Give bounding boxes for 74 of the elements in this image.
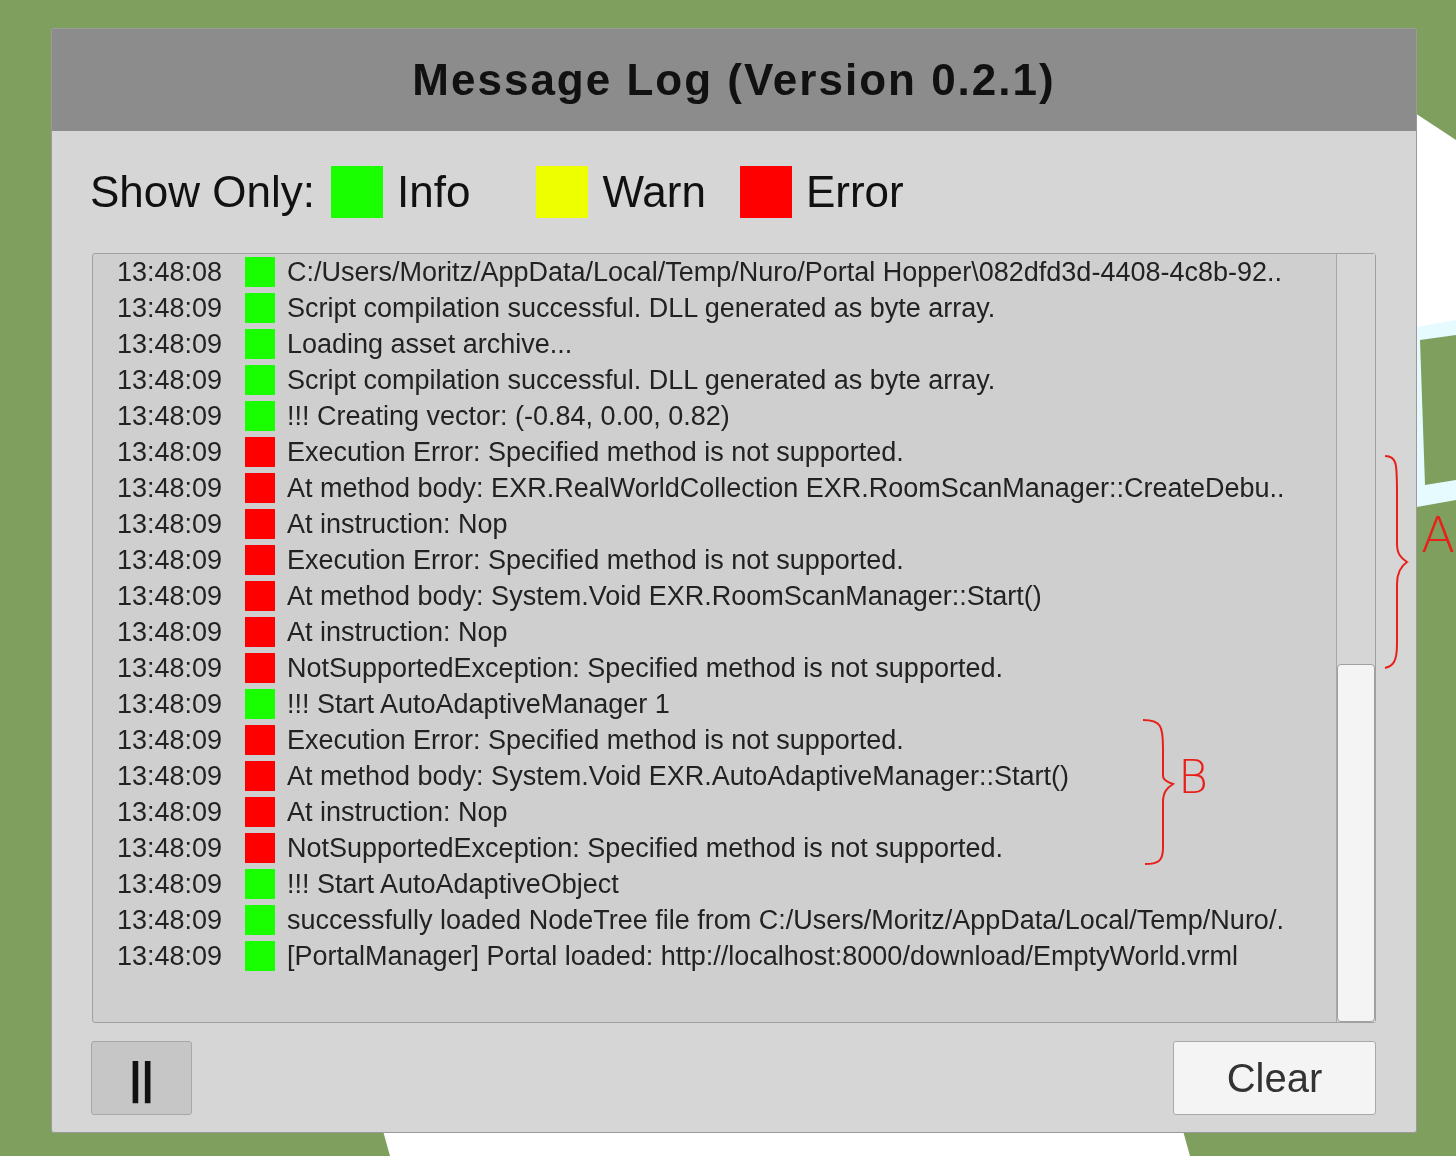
log-message: !!! Start AutoAdaptiveObject (287, 868, 619, 900)
level-indicator-icon (245, 365, 275, 395)
timestamp: 13:48:08 (116, 256, 224, 288)
log-message: [PortalManager] Portal loaded: http://localhost:8000/download/EmptyWorld.vrml (287, 940, 1238, 972)
timestamp: 13:48:09 (116, 328, 224, 360)
log-message: NotSupportedException: Specified method is not supported. (287, 652, 1003, 684)
log-message: At method body: System.Void EXR.AutoAdaptiveManager::Start() (287, 760, 1069, 792)
scrollbar-thumb[interactable] (1337, 664, 1375, 1022)
log-message: Execution Error: Specified method is not supported. (287, 724, 904, 756)
level-indicator-icon (245, 653, 275, 683)
level-indicator-icon (245, 689, 275, 719)
timestamp: 13:48:09 (116, 688, 224, 720)
level-indicator-icon (245, 941, 275, 971)
level-indicator-icon (245, 509, 275, 539)
level-indicator-icon (245, 905, 275, 935)
timestamp: 13:48:09 (116, 904, 224, 936)
log-message: At instruction: Nop (287, 508, 508, 540)
window-title: Message Log (Version 0.2.1) (412, 55, 1056, 105)
handwritten-annotation: A (1421, 510, 1456, 560)
log-message: At method body: EXR.RealWorldCollection EXR.RoomScanManager::CreateDebu.. (287, 472, 1285, 504)
timestamp: 13:48:09 (116, 760, 224, 792)
level-indicator-icon (245, 293, 275, 323)
timestamp: 13:48:09 (116, 544, 224, 576)
log-message: !!! Creating vector: (-0.84, 0.00, 0.82) (287, 400, 730, 432)
timestamp: 13:48:09 (116, 616, 224, 648)
timestamp: 13:48:09 (116, 400, 224, 432)
scrollbar-track[interactable] (1336, 254, 1375, 1022)
level-indicator-icon (245, 329, 275, 359)
log-message: NotSupportedException: Specified method is not supported. (287, 832, 1003, 864)
filter-label: Show Only: (90, 167, 315, 217)
level-indicator-icon (245, 257, 275, 287)
level-indicator-icon (245, 761, 275, 791)
timestamp: 13:48:09 (116, 364, 224, 396)
level-indicator-icon (245, 833, 275, 863)
filter-label: Error (805, 167, 904, 217)
timestamp: 13:48:09 (116, 580, 224, 612)
clear-button[interactable]: Clear (1173, 1041, 1376, 1115)
filter-toggle[interactable]: Info (331, 166, 471, 218)
timestamp: 13:48:09 (116, 652, 224, 684)
log-message: At instruction: Nop (287, 616, 508, 648)
timestamp: 13:48:09 (116, 796, 224, 828)
log-message: At method body: System.Void EXR.RoomScanManager::Start() (287, 580, 1042, 612)
filter-toggle[interactable]: Warn (536, 166, 706, 218)
timestamp: 13:48:09 (116, 472, 224, 504)
log-message: Script compilation successful. DLL generated as byte array. (287, 364, 996, 396)
log-message: successfully loaded NodeTree file from C:/Users/Moritz/AppData/Local/Temp/Nuro/. (287, 904, 1284, 936)
level-indicator-icon (245, 797, 275, 827)
level-indicator-icon (245, 725, 275, 755)
log-message: At instruction: Nop (287, 796, 508, 828)
timestamp: 13:48:09 (116, 292, 224, 324)
log-message: !!! Start AutoAdaptiveManager 1 (287, 688, 670, 720)
pause-button[interactable]: || (91, 1041, 192, 1115)
filter-label: Warn (602, 167, 706, 217)
level-indicator-icon (245, 545, 275, 575)
level-indicator-icon (245, 617, 275, 647)
level-indicator-icon (245, 401, 275, 431)
handwritten-annotation: B (1178, 754, 1209, 800)
timestamp: 13:48:09 (116, 508, 224, 540)
level-indicator-icon (245, 581, 275, 611)
log-message: Script compilation successful. DLL generated as byte array. (287, 292, 996, 324)
log-message: Execution Error: Specified method is not supported. (287, 544, 904, 576)
level-indicator-icon (245, 437, 275, 467)
timestamp: 13:48:09 (116, 940, 224, 972)
level-indicator-icon (245, 473, 275, 503)
filter-label: Info (397, 167, 471, 217)
timestamp: 13:48:09 (116, 832, 224, 864)
log-message: Loading asset archive... (287, 328, 573, 360)
level-indicator-icon (245, 869, 275, 899)
timestamp: 13:48:09 (116, 724, 224, 756)
log-message: C:/Users/Moritz/AppData/Local/Temp/Nuro/Portal Hopper\082dfd3d-4408-4c8b-92.. (287, 256, 1282, 288)
log-message: Execution Error: Specified method is not supported. (287, 436, 904, 468)
timestamp: 13:48:09 (116, 436, 224, 468)
timestamp: 13:48:09 (116, 868, 224, 900)
filter-toggle[interactable]: Error (739, 166, 904, 218)
